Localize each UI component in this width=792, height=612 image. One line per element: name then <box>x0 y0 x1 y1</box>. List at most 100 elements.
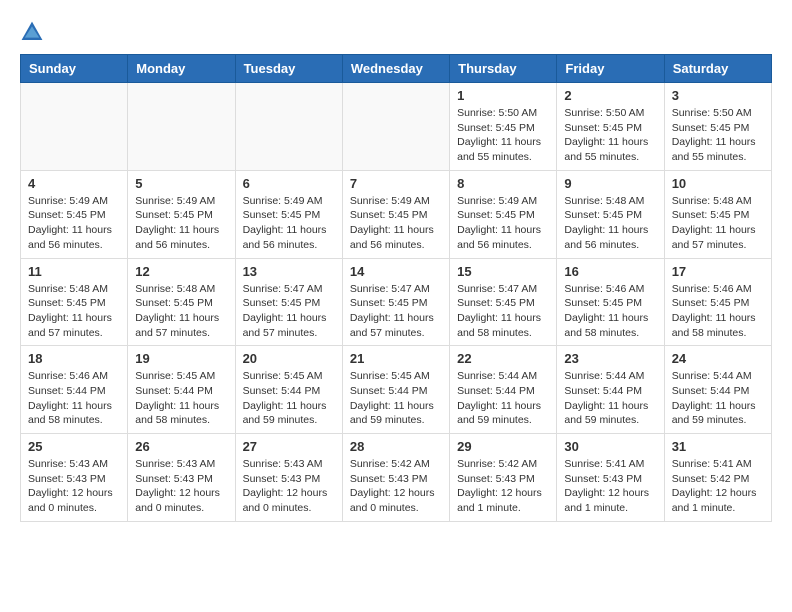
day-number: 8 <box>457 176 549 191</box>
day-info: Sunrise: 5:45 AM Sunset: 5:44 PM Dayligh… <box>350 369 442 428</box>
day-number: 24 <box>672 351 764 366</box>
day-info: Sunrise: 5:48 AM Sunset: 5:45 PM Dayligh… <box>28 282 120 341</box>
day-number: 13 <box>243 264 335 279</box>
calendar-cell <box>128 83 235 171</box>
day-info: Sunrise: 5:44 AM Sunset: 5:44 PM Dayligh… <box>457 369 549 428</box>
calendar-cell: 5 Sunrise: 5:49 AM Sunset: 5:45 PM Daylig… <box>128 170 235 258</box>
day-info: Sunrise: 5:42 AM Sunset: 5:43 PM Dayligh… <box>350 457 442 516</box>
calendar-cell: 16Sunrise: 5:46 AM Sunset: 5:45 PM Dayli… <box>557 258 664 346</box>
page-header <box>20 20 772 44</box>
calendar-cell: 18 Sunrise: 5:46 AM Sunset: 5:44 PM Dayli… <box>21 346 128 434</box>
calendar-cell: 2 Sunrise: 5:50 AM Sunset: 5:45 PM Daylig… <box>557 83 664 171</box>
calendar-cell: 28 Sunrise: 5:42 AM Sunset: 5:43 PM Dayli… <box>342 434 449 522</box>
day-of-week-wednesday: Wednesday <box>342 55 449 83</box>
day-info: Sunrise: 5:44 AM Sunset: 5:44 PM Dayligh… <box>672 369 764 428</box>
day-number: 18 <box>28 351 120 366</box>
day-of-week-tuesday: Tuesday <box>235 55 342 83</box>
day-info: Sunrise: 5:46 AM Sunset: 5:45 PM Dayligh… <box>672 282 764 341</box>
day-info: Sunrise: 5:43 AM Sunset: 5:43 PM Dayligh… <box>135 457 227 516</box>
calendar-cell: 14Sunrise: 5:47 AM Sunset: 5:45 PM Dayli… <box>342 258 449 346</box>
day-info: Sunrise: 5:49 AM Sunset: 5:45 PM Dayligh… <box>135 194 227 253</box>
day-info: Sunrise: 5:50 AM Sunset: 5:45 PM Dayligh… <box>457 106 549 165</box>
calendar-cell: 9Sunrise: 5:48 AM Sunset: 5:45 PM Daylig… <box>557 170 664 258</box>
calendar-cell: 25Sunrise: 5:43 AM Sunset: 5:43 PM Dayli… <box>21 434 128 522</box>
calendar-cell: 19 Sunrise: 5:45 AM Sunset: 5:44 PM Dayli… <box>128 346 235 434</box>
day-number: 2 <box>564 88 656 103</box>
day-info: Sunrise: 5:49 AM Sunset: 5:45 PM Dayligh… <box>457 194 549 253</box>
day-number: 15 <box>457 264 549 279</box>
day-info: Sunrise: 5:47 AM Sunset: 5:45 PM Dayligh… <box>350 282 442 341</box>
logo-icon <box>20 20 44 44</box>
day-info: Sunrise: 5:41 AM Sunset: 5:42 PM Dayligh… <box>672 457 764 516</box>
calendar-cell: 13 Sunrise: 5:47 AM Sunset: 5:45 PM Dayli… <box>235 258 342 346</box>
day-of-week-sunday: Sunday <box>21 55 128 83</box>
calendar-cell: 31Sunrise: 5:41 AM Sunset: 5:42 PM Dayli… <box>664 434 771 522</box>
day-number: 5 <box>135 176 227 191</box>
day-info: Sunrise: 5:45 AM Sunset: 5:44 PM Dayligh… <box>243 369 335 428</box>
calendar-cell: 1Sunrise: 5:50 AM Sunset: 5:45 PM Daylig… <box>450 83 557 171</box>
day-number: 30 <box>564 439 656 454</box>
calendar-cell: 26 Sunrise: 5:43 AM Sunset: 5:43 PM Dayli… <box>128 434 235 522</box>
day-number: 16 <box>564 264 656 279</box>
day-info: Sunrise: 5:41 AM Sunset: 5:43 PM Dayligh… <box>564 457 656 516</box>
day-info: Sunrise: 5:48 AM Sunset: 5:45 PM Dayligh… <box>135 282 227 341</box>
day-number: 11 <box>28 264 120 279</box>
calendar-cell: 15 Sunrise: 5:47 AM Sunset: 5:45 PM Dayli… <box>450 258 557 346</box>
day-info: Sunrise: 5:43 AM Sunset: 5:43 PM Dayligh… <box>243 457 335 516</box>
calendar-cell: 10 Sunrise: 5:48 AM Sunset: 5:45 PM Dayli… <box>664 170 771 258</box>
day-of-week-friday: Friday <box>557 55 664 83</box>
calendar-cell: 8 Sunrise: 5:49 AM Sunset: 5:45 PM Daylig… <box>450 170 557 258</box>
day-number: 12 <box>135 264 227 279</box>
day-number: 20 <box>243 351 335 366</box>
calendar-cell: 27 Sunrise: 5:43 AM Sunset: 5:43 PM Dayli… <box>235 434 342 522</box>
day-info: Sunrise: 5:44 AM Sunset: 5:44 PM Dayligh… <box>564 369 656 428</box>
day-info: Sunrise: 5:50 AM Sunset: 5:45 PM Dayligh… <box>564 106 656 165</box>
calendar-cell: 22 Sunrise: 5:44 AM Sunset: 5:44 PM Dayli… <box>450 346 557 434</box>
calendar-cell: 4 Sunrise: 5:49 AM Sunset: 5:45 PM Daylig… <box>21 170 128 258</box>
calendar-cell: 23 Sunrise: 5:44 AM Sunset: 5:44 PM Dayli… <box>557 346 664 434</box>
calendar-cell: 24 Sunrise: 5:44 AM Sunset: 5:44 PM Dayli… <box>664 346 771 434</box>
day-info: Sunrise: 5:49 AM Sunset: 5:45 PM Dayligh… <box>350 194 442 253</box>
day-number: 7 <box>350 176 442 191</box>
day-number: 9 <box>564 176 656 191</box>
logo <box>20 20 48 44</box>
calendar-cell: 17 Sunrise: 5:46 AM Sunset: 5:45 PM Dayli… <box>664 258 771 346</box>
day-of-week-monday: Monday <box>128 55 235 83</box>
day-number: 4 <box>28 176 120 191</box>
calendar-cell: 30 Sunrise: 5:41 AM Sunset: 5:43 PM Dayli… <box>557 434 664 522</box>
day-of-week-thursday: Thursday <box>450 55 557 83</box>
day-info: Sunrise: 5:47 AM Sunset: 5:45 PM Dayligh… <box>457 282 549 341</box>
day-number: 27 <box>243 439 335 454</box>
day-number: 6 <box>243 176 335 191</box>
calendar-cell: 29Sunrise: 5:42 AM Sunset: 5:43 PM Dayli… <box>450 434 557 522</box>
calendar-cell <box>342 83 449 171</box>
calendar-cell: 20 Sunrise: 5:45 AM Sunset: 5:44 PM Dayli… <box>235 346 342 434</box>
day-number: 28 <box>350 439 442 454</box>
day-info: Sunrise: 5:46 AM Sunset: 5:44 PM Dayligh… <box>28 369 120 428</box>
calendar-body: 1Sunrise: 5:50 AM Sunset: 5:45 PM Daylig… <box>21 83 772 522</box>
day-number: 22 <box>457 351 549 366</box>
calendar-cell: 7 Sunrise: 5:49 AM Sunset: 5:45 PM Daylig… <box>342 170 449 258</box>
day-info: Sunrise: 5:47 AM Sunset: 5:45 PM Dayligh… <box>243 282 335 341</box>
day-info: Sunrise: 5:45 AM Sunset: 5:44 PM Dayligh… <box>135 369 227 428</box>
day-info: Sunrise: 5:43 AM Sunset: 5:43 PM Dayligh… <box>28 457 120 516</box>
week-row-3: 11 Sunrise: 5:48 AM Sunset: 5:45 PM Dayli… <box>21 258 772 346</box>
calendar-cell: 12 Sunrise: 5:48 AM Sunset: 5:45 PM Dayli… <box>128 258 235 346</box>
day-number: 17 <box>672 264 764 279</box>
day-info: Sunrise: 5:48 AM Sunset: 5:45 PM Dayligh… <box>672 194 764 253</box>
day-info: Sunrise: 5:42 AM Sunset: 5:43 PM Dayligh… <box>457 457 549 516</box>
calendar-cell: 6Sunrise: 5:49 AM Sunset: 5:45 PM Daylig… <box>235 170 342 258</box>
day-number: 23 <box>564 351 656 366</box>
day-of-week-saturday: Saturday <box>664 55 771 83</box>
calendar-cell: 21Sunrise: 5:45 AM Sunset: 5:44 PM Dayli… <box>342 346 449 434</box>
day-number: 10 <box>672 176 764 191</box>
week-row-2: 4 Sunrise: 5:49 AM Sunset: 5:45 PM Daylig… <box>21 170 772 258</box>
day-number: 19 <box>135 351 227 366</box>
week-row-4: 18 Sunrise: 5:46 AM Sunset: 5:44 PM Dayli… <box>21 346 772 434</box>
calendar-cell <box>235 83 342 171</box>
calendar-cell: 11 Sunrise: 5:48 AM Sunset: 5:45 PM Dayli… <box>21 258 128 346</box>
day-number: 26 <box>135 439 227 454</box>
day-number: 3 <box>672 88 764 103</box>
week-row-5: 25Sunrise: 5:43 AM Sunset: 5:43 PM Dayli… <box>21 434 772 522</box>
day-info: Sunrise: 5:49 AM Sunset: 5:45 PM Dayligh… <box>28 194 120 253</box>
